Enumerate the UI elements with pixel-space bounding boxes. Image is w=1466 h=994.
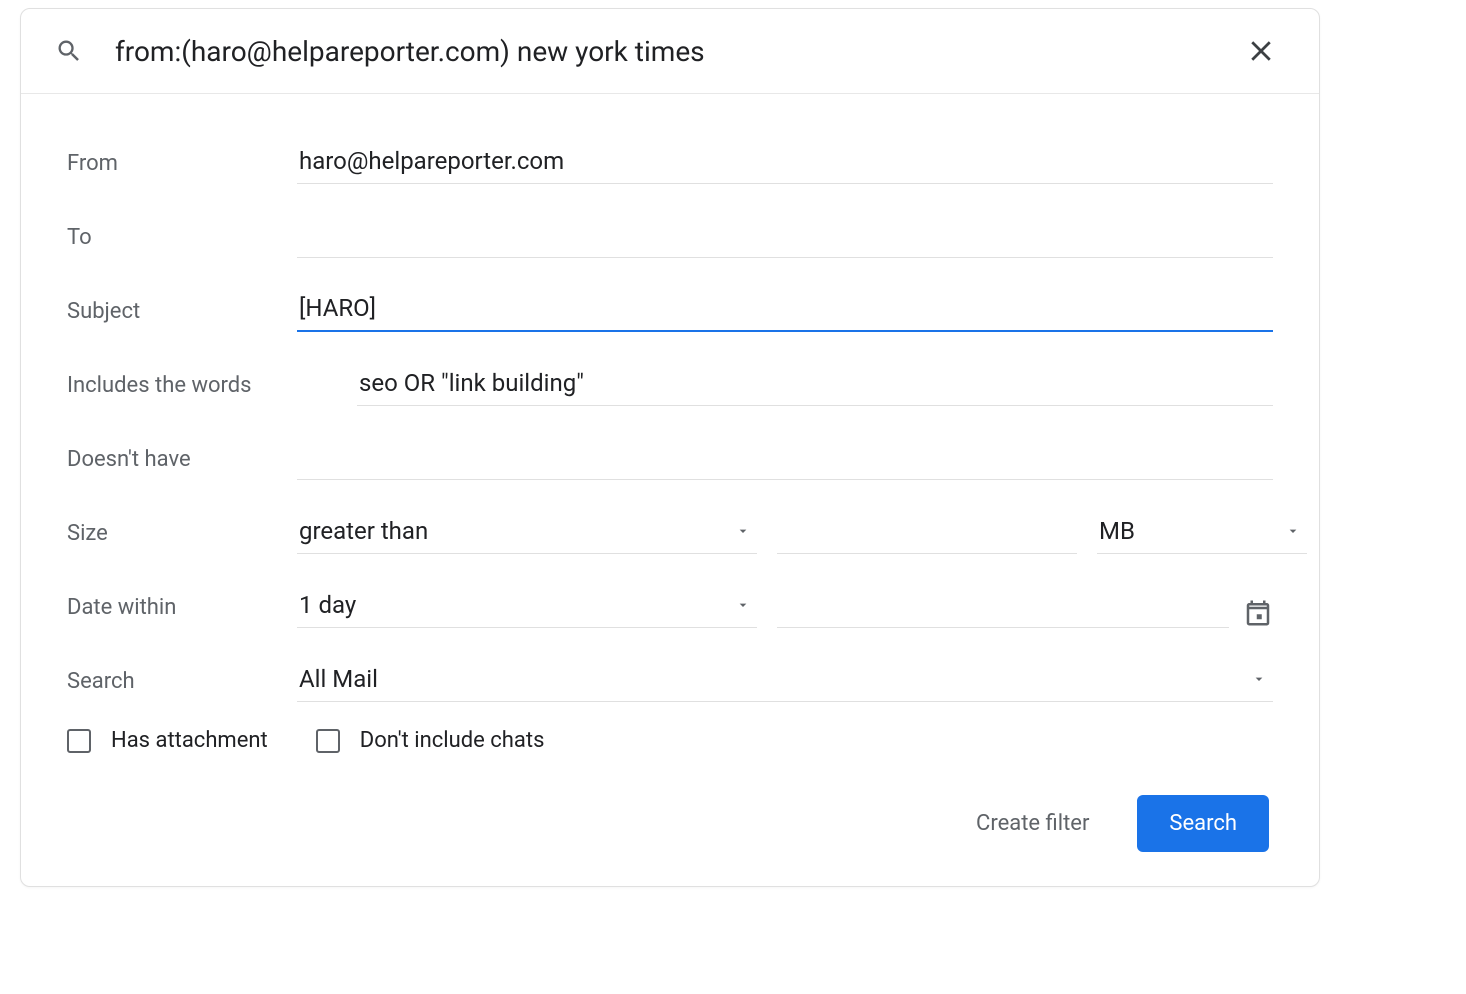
has-attachment-label: Has attachment [111, 728, 268, 753]
from-input[interactable] [297, 141, 1273, 184]
doesnt-have-input[interactable] [297, 437, 1273, 480]
search-button[interactable]: Search [1137, 795, 1269, 852]
search-bar [21, 9, 1319, 93]
search-scope-select[interactable]: All Mail [297, 659, 1273, 702]
checkbox-icon [316, 729, 340, 753]
size-label: Size [67, 521, 277, 554]
chevron-down-icon [1251, 671, 1267, 687]
advanced-search-form: From To Subject Includes the words Doesn [21, 93, 1319, 886]
create-filter-button[interactable]: Create filter [968, 799, 1097, 848]
size-operator-select[interactable]: greater than [297, 511, 757, 554]
search-icon [55, 37, 83, 65]
search-scope-value: All Mail [299, 665, 378, 693]
exclude-chats-checkbox[interactable]: Don't include chats [316, 728, 545, 753]
date-value-input[interactable] [777, 594, 1229, 628]
size-operator-value: greater than [299, 517, 428, 545]
to-label: To [67, 225, 277, 258]
includes-label: Includes the words [67, 373, 337, 406]
subject-label: Subject [67, 299, 277, 332]
size-value-input[interactable] [777, 511, 1077, 554]
to-input[interactable] [297, 215, 1273, 258]
chevron-down-icon [1285, 523, 1301, 539]
excludes-label: Doesn't have [67, 447, 277, 480]
includes-words-input[interactable] [357, 363, 1273, 406]
chevron-down-icon [735, 523, 751, 539]
chevron-down-icon [735, 597, 751, 613]
date-range-value: 1 day [299, 591, 356, 619]
from-label: From [67, 151, 277, 184]
size-unit-select[interactable]: MB [1097, 511, 1307, 554]
checkbox-icon [67, 729, 91, 753]
subject-input[interactable] [297, 288, 1273, 332]
search-query-input[interactable] [115, 35, 1205, 68]
size-unit-value: MB [1099, 517, 1135, 545]
date-within-label: Date within [67, 595, 277, 628]
date-range-select[interactable]: 1 day [297, 585, 757, 628]
search-in-label: Search [67, 669, 277, 702]
calendar-icon[interactable] [1243, 598, 1273, 628]
search-filter-panel: From To Subject Includes the words Doesn [20, 8, 1320, 887]
exclude-chats-label: Don't include chats [360, 728, 545, 753]
clear-search-button[interactable] [1237, 27, 1285, 75]
has-attachment-checkbox[interactable]: Has attachment [67, 728, 268, 753]
